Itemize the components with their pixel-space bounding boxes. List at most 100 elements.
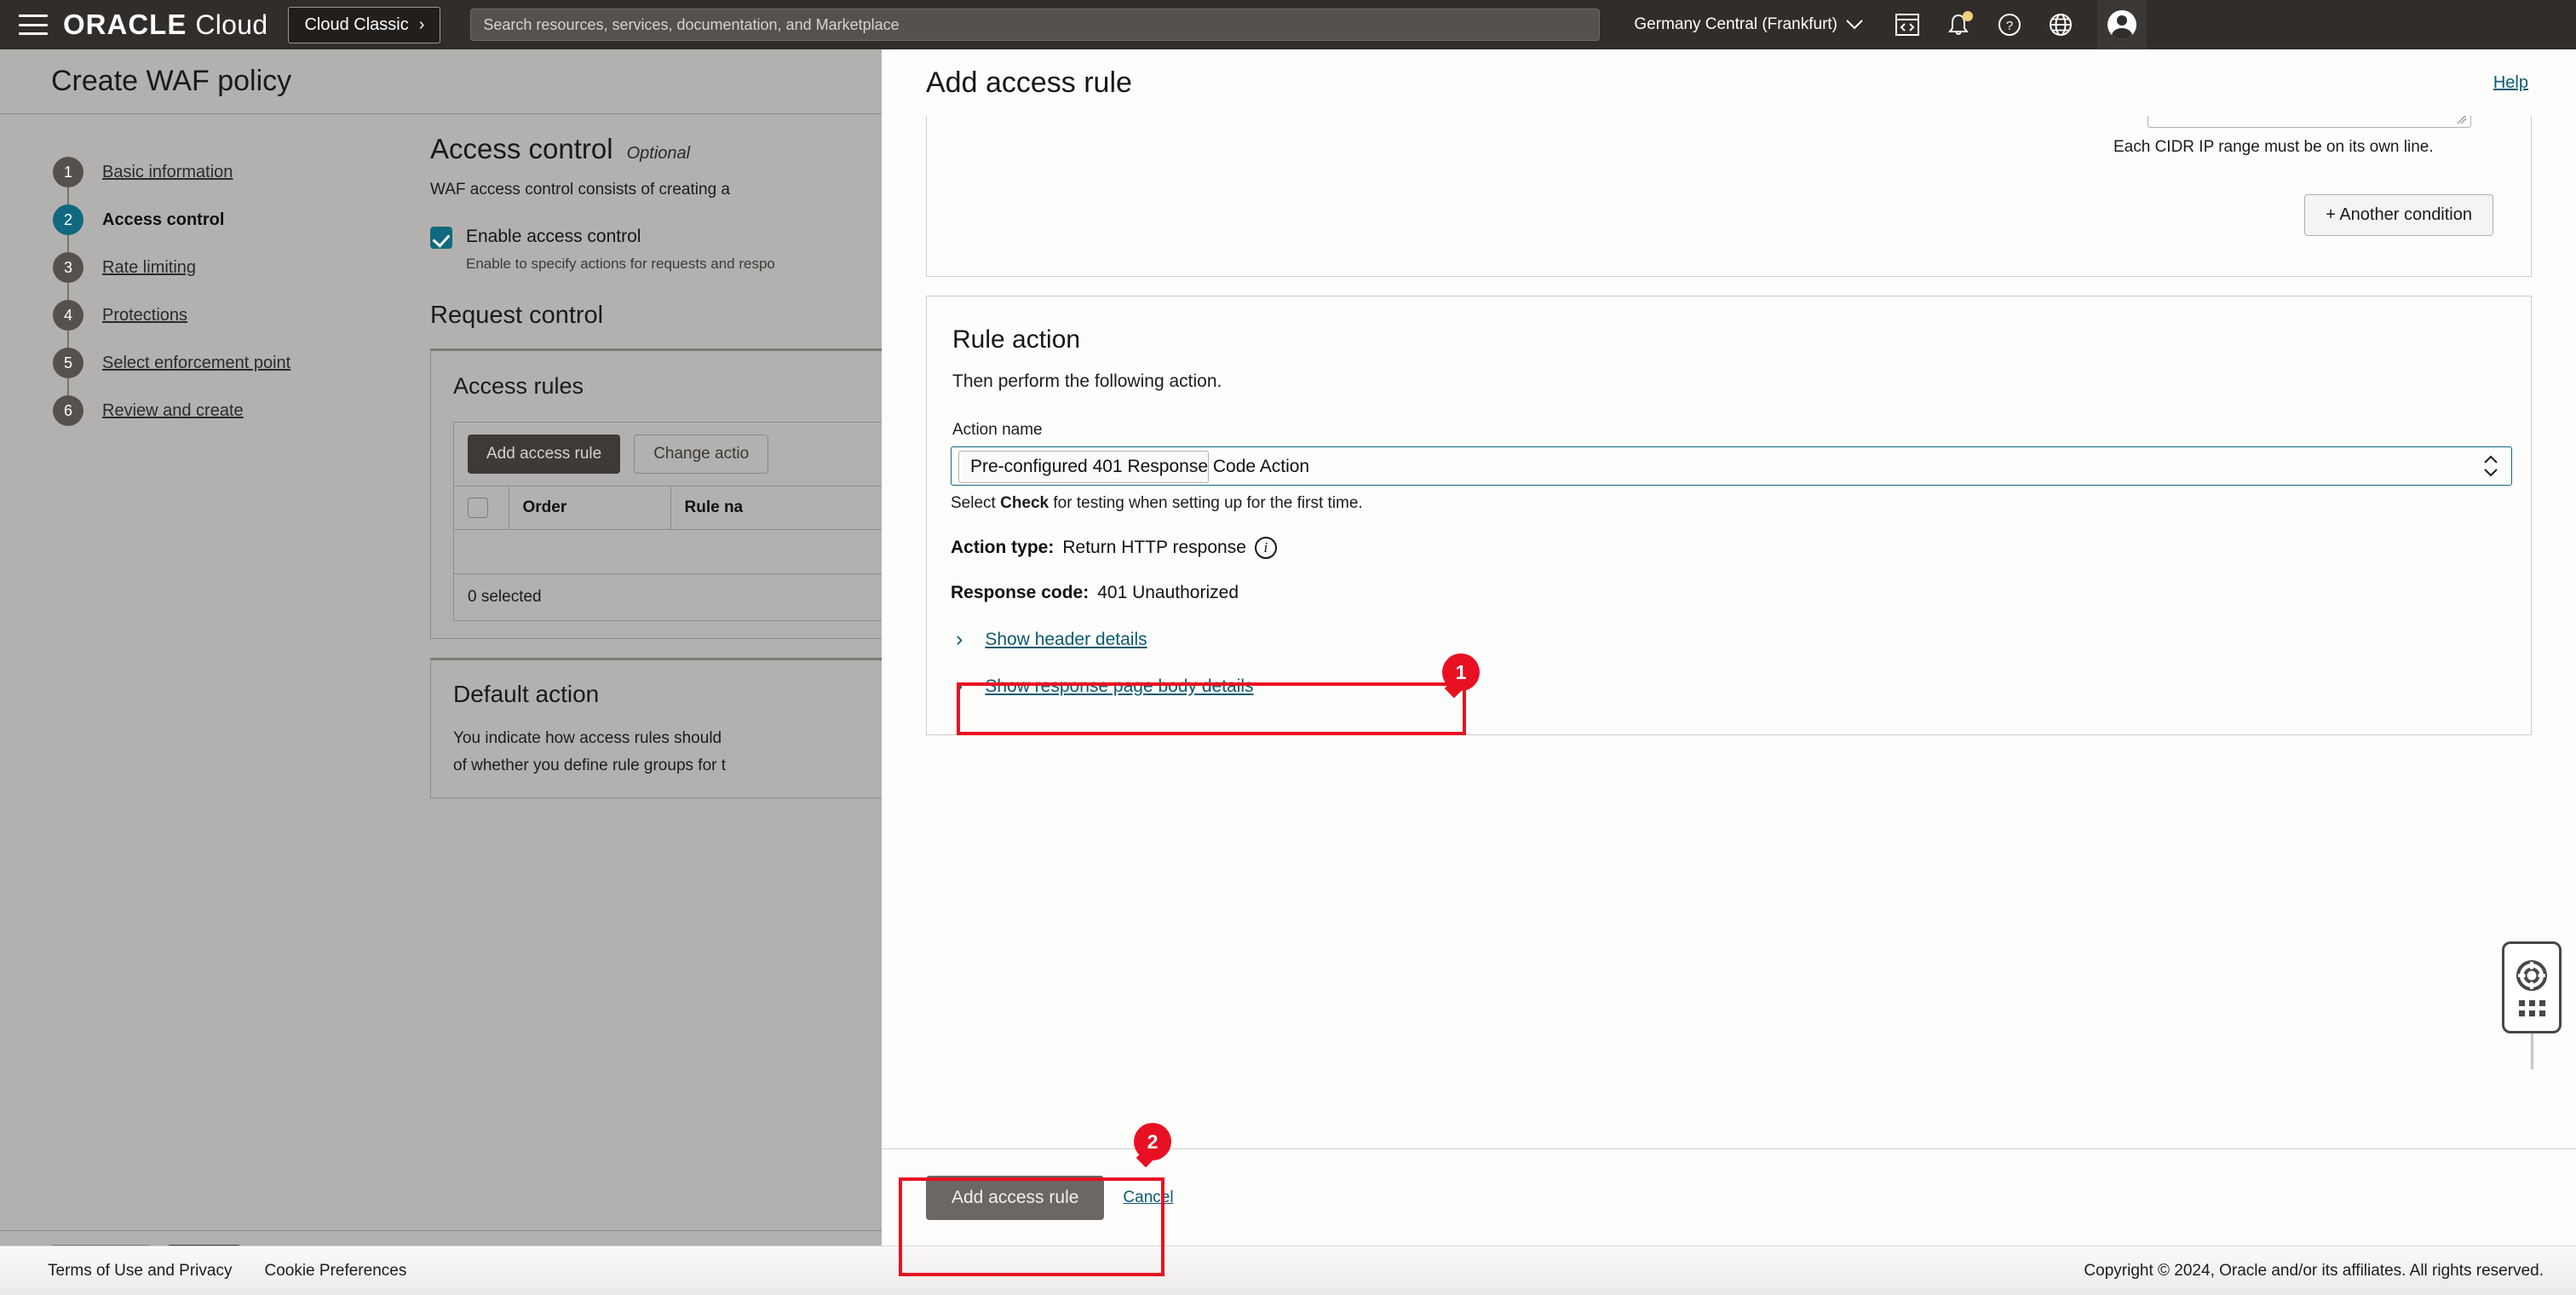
help-question-icon[interactable]: ? <box>1997 12 2022 37</box>
conditions-card: Each CIDR IP range must be on its own li… <box>926 116 2532 277</box>
action-type-label: Action type: <box>951 538 1055 557</box>
terms-of-use-link[interactable]: Terms of Use and Privacy <box>48 1262 232 1281</box>
info-icon[interactable]: i <box>1254 537 1277 559</box>
copyright-text: Copyright © 2024, Oracle and/or its affi… <box>2084 1261 2544 1280</box>
resize-grip-icon <box>2457 116 2467 124</box>
life-ring-support-icon <box>2516 960 2547 991</box>
cloud-classic-label: Cloud Classic <box>304 14 409 34</box>
nav-icon-group: ? <box>1895 11 2073 37</box>
hint-bold-word: Check <box>1000 494 1049 512</box>
select-all-header <box>454 486 509 530</box>
hint-suffix: for testing when setting up for the firs… <box>1049 494 1363 512</box>
notification-badge-dot <box>1963 11 1974 21</box>
wizard-step-list: 1 Basic information 2 Access control 3 R… <box>0 114 430 798</box>
search-placeholder-text: Search resources, services, documentatio… <box>483 15 900 33</box>
help-link[interactable]: Help <box>2493 73 2528 93</box>
region-selector[interactable]: Germany Central (Frankfurt) <box>1634 15 1864 34</box>
sidebar-item-basic-information[interactable]: 1 Basic information <box>53 148 430 220</box>
action-name-select-display: Pre-configured 401 Response Code Action <box>958 451 1309 483</box>
svg-text:?: ? <box>2006 19 2013 33</box>
action-name-select[interactable]: Pre-configured 401 Response Code Action <box>951 446 2512 486</box>
column-header-rule-name: Rule na <box>670 486 882 530</box>
developer-tools-icon[interactable] <box>1895 12 1920 37</box>
show-response-page-body-disclosure[interactable]: › Show response page body details <box>927 676 2531 697</box>
create-waf-policy-wizard-backdrop: Create WAF policy 1 Basic information 2 … <box>0 49 882 1295</box>
table-row <box>454 529 882 574</box>
global-search-input[interactable]: Search resources, services, documentatio… <box>470 9 1601 41</box>
default-action-line-2: of whether you define rule groups for t <box>453 756 727 774</box>
step-number-badge: 1 <box>53 157 83 187</box>
sidebar-item-label: Basic information <box>102 162 233 181</box>
access-rules-table-wrapper: Add access rule Change actio Order Rule … <box>453 422 882 621</box>
enable-access-control-sublabel: Enable to specify actions for requests a… <box>466 256 775 272</box>
sidebar-item-protections[interactable]: 4 Protections <box>53 268 430 363</box>
access-control-heading-row: Access control Optional <box>430 133 882 165</box>
access-rules-title: Access rules <box>453 373 584 399</box>
cloud-classic-button[interactable]: Cloud Classic › <box>288 6 441 43</box>
action-name-label: Action name <box>952 421 1043 439</box>
action-name-value: Pre-configured 401 Response Code Action <box>970 457 1310 476</box>
support-widget-stem <box>2531 1033 2533 1069</box>
chevron-down-icon <box>1846 20 1863 30</box>
sidebar-item-review-and-create[interactable]: 6 Review and create <box>53 363 430 435</box>
add-access-rule-button[interactable]: Add access rule <box>468 435 621 474</box>
page-footer: Terms of Use and Privacy Cookie Preferen… <box>0 1246 2576 1295</box>
default-action-card: Default action You indicate how access r… <box>430 658 882 799</box>
section-heading: Access control <box>430 133 613 164</box>
change-action-button[interactable]: Change actio <box>634 435 769 474</box>
rule-action-subtitle: Then perform the following action. <box>952 371 1222 391</box>
table-header-row: Order Rule na <box>454 486 882 530</box>
enable-access-control-row[interactable]: Enable access control <box>430 227 882 249</box>
sidebar-item-label: Select enforcement point <box>102 353 291 372</box>
action-type-row: Action type: Return HTTP response i <box>927 537 2531 559</box>
access-rules-toolbar: Add access rule Change actio <box>454 423 882 486</box>
select-stepper-icon[interactable] <box>2482 454 2499 478</box>
region-label: Germany Central (Frankfurt) <box>1634 15 1838 33</box>
step-number-badge: 2 <box>53 204 83 235</box>
table-cell <box>670 529 882 574</box>
footer-links: Terms of Use and Privacy Cookie Preferen… <box>48 1262 406 1281</box>
wizard-header: Create WAF policy <box>0 49 882 114</box>
response-code-value: 401 Unauthorized <box>1097 583 1239 602</box>
show-header-details-link: Show header details <box>985 629 1147 649</box>
sidebar-item-rate-limiting[interactable]: 3 Rate limiting <box>53 220 430 315</box>
column-header-order: Order <box>509 486 671 530</box>
cidr-ranges-textarea[interactable] <box>2148 116 2471 128</box>
access-control-section: Access control Optional WAF access contr… <box>430 114 882 799</box>
request-control-heading: Request control <box>430 302 604 329</box>
panel-title: Add access rule <box>926 66 1132 99</box>
response-code-label: Response code: <box>951 583 1090 602</box>
annotation-badge-1: 1 <box>1442 653 1480 691</box>
annotation-badge-2: 2 <box>1134 1123 1171 1160</box>
cookie-preferences-link[interactable]: Cookie Preferences <box>264 1262 406 1281</box>
step-number-badge: 4 <box>53 300 83 331</box>
select-all-checkbox[interactable] <box>468 498 488 518</box>
table-cell <box>509 529 670 574</box>
response-code-row: Response code: 401 Unauthorized <box>927 583 2531 603</box>
sidebar-item-label: Protections <box>102 305 188 325</box>
sidebar-item-label: Review and create <box>102 400 244 420</box>
notifications-bell-icon[interactable] <box>1946 11 1974 37</box>
user-avatar-button[interactable] <box>2097 0 2148 49</box>
section-description: WAF access control consists of creating … <box>430 181 730 199</box>
default-action-line-1: You indicate how access rules should <box>453 729 722 747</box>
sidebar-item-label: Rate limiting <box>102 257 197 277</box>
sidebar-item-select-enforcement-point[interactable]: 5 Select enforcement point <box>53 315 430 411</box>
enable-access-control-label: Enable access control <box>466 227 641 246</box>
add-access-rule-submit[interactable]: Add access rule <box>926 1175 1105 1220</box>
sidebar-item-access-control[interactable]: 2 Access control <box>53 172 430 268</box>
top-navigation-bar: ORACLE Cloud Cloud Classic › Search reso… <box>0 0 2576 49</box>
step-number-badge: 5 <box>53 348 83 378</box>
hamburger-menu-icon[interactable] <box>19 14 48 35</box>
enable-access-control-checkbox[interactable] <box>430 227 452 249</box>
wizard-body: 1 Basic information 2 Access control 3 R… <box>0 114 882 799</box>
default-action-title: Default action <box>453 681 600 707</box>
show-header-details-disclosure[interactable]: › Show header details <box>927 629 2531 650</box>
cidr-help-text: Each CIDR IP range must be on its own li… <box>2113 138 2434 156</box>
page-title: Create WAF policy <box>51 65 292 97</box>
panel-cancel-link[interactable]: Cancel <box>1123 1189 1173 1207</box>
oracle-cloud-logo[interactable]: ORACLE Cloud <box>63 9 267 41</box>
support-widget[interactable] <box>2502 941 2562 1033</box>
language-globe-icon[interactable] <box>2048 12 2073 37</box>
another-condition-button[interactable]: + Another condition <box>2304 194 2493 236</box>
